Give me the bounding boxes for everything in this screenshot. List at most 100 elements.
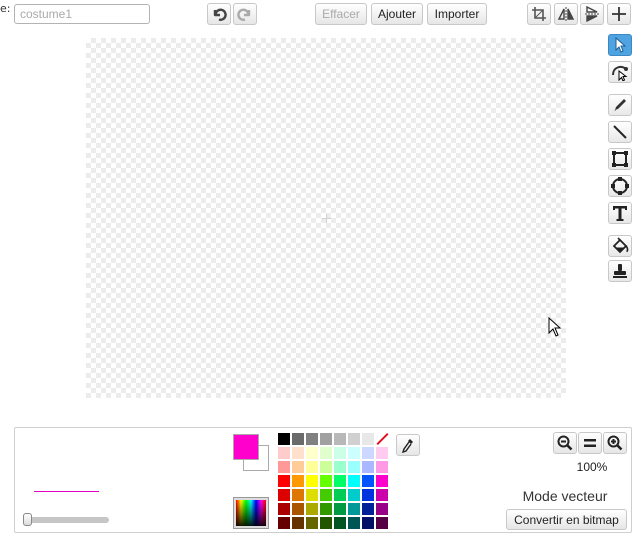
palette-swatch[interactable] bbox=[320, 433, 332, 445]
palette-swatch[interactable] bbox=[320, 447, 332, 459]
tool-pencil[interactable] bbox=[608, 94, 632, 116]
palette-swatch[interactable] bbox=[376, 475, 388, 487]
crop-button[interactable] bbox=[527, 3, 551, 25]
palette-swatch[interactable] bbox=[376, 489, 388, 501]
palette-swatch[interactable] bbox=[376, 461, 388, 473]
crop-icon bbox=[532, 7, 546, 21]
palette-swatch[interactable] bbox=[306, 447, 318, 459]
palette-swatch[interactable] bbox=[278, 503, 290, 515]
costume-name-input[interactable] bbox=[14, 4, 150, 24]
import-button-label: Importer bbox=[434, 7, 480, 21]
palette-swatch[interactable] bbox=[334, 433, 346, 445]
tool-select[interactable] bbox=[608, 34, 632, 56]
drawing-canvas[interactable] bbox=[86, 38, 566, 398]
stamp-icon bbox=[613, 264, 627, 278]
palette-swatch[interactable] bbox=[306, 503, 318, 515]
palette-swatch[interactable] bbox=[348, 489, 360, 501]
set-center-button[interactable] bbox=[607, 3, 631, 25]
palette-swatch[interactable] bbox=[362, 489, 374, 501]
palette-swatch[interactable] bbox=[362, 433, 374, 445]
add-button-label: Ajouter bbox=[377, 7, 417, 21]
palette-swatch[interactable] bbox=[306, 475, 318, 487]
palette-swatch[interactable] bbox=[320, 503, 332, 515]
palette-swatch[interactable] bbox=[292, 517, 304, 529]
palette-swatch[interactable] bbox=[348, 517, 360, 529]
palette-swatch[interactable] bbox=[306, 489, 318, 501]
palette-swatch[interactable] bbox=[292, 447, 304, 459]
palette-swatch[interactable] bbox=[348, 447, 360, 459]
flip-vertical-icon bbox=[585, 5, 599, 23]
palette-swatch[interactable] bbox=[292, 461, 304, 473]
palette-swatch[interactable] bbox=[376, 517, 388, 529]
palette-swatch[interactable] bbox=[292, 503, 304, 515]
palette-swatch[interactable] bbox=[306, 433, 318, 445]
palette-swatch[interactable] bbox=[278, 489, 290, 501]
palette-swatch[interactable] bbox=[334, 489, 346, 501]
tool-line[interactable] bbox=[608, 121, 632, 143]
palette-swatch[interactable] bbox=[292, 433, 304, 445]
palette-swatch[interactable] bbox=[362, 517, 374, 529]
foreground-color-swatch[interactable] bbox=[233, 434, 259, 460]
palette-swatch[interactable] bbox=[278, 517, 290, 529]
palette-swatch[interactable] bbox=[320, 489, 332, 501]
palette-swatch[interactable] bbox=[334, 447, 346, 459]
zoom-reset-button[interactable] bbox=[578, 432, 602, 454]
palette-swatch[interactable] bbox=[362, 461, 374, 473]
palette-swatch[interactable] bbox=[362, 475, 374, 487]
palette-swatch[interactable] bbox=[278, 461, 290, 473]
palette-swatch[interactable] bbox=[320, 517, 332, 529]
color-spectrum-icon bbox=[236, 500, 266, 526]
add-button[interactable]: Ajouter bbox=[371, 3, 423, 25]
tool-text[interactable] bbox=[608, 202, 632, 224]
palette-swatch[interactable] bbox=[278, 475, 290, 487]
palette-swatch[interactable] bbox=[278, 447, 290, 459]
stroke-width-slider-handle[interactable] bbox=[23, 513, 32, 526]
palette-swatch[interactable] bbox=[334, 475, 346, 487]
redo-button[interactable] bbox=[233, 3, 257, 25]
import-button[interactable]: Importer bbox=[427, 3, 487, 25]
stroke-width-slider[interactable] bbox=[27, 517, 109, 523]
clear-button-label: Effacer bbox=[322, 7, 360, 21]
palette-swatch[interactable] bbox=[376, 447, 388, 459]
convert-to-bitmap-button[interactable]: Convertir en bitmap bbox=[506, 509, 627, 530]
palette-swatch[interactable] bbox=[292, 489, 304, 501]
palette-swatch[interactable] bbox=[278, 433, 290, 445]
crosshair-icon bbox=[612, 7, 626, 21]
palette-swatch[interactable] bbox=[320, 461, 332, 473]
palette-swatch[interactable] bbox=[362, 503, 374, 515]
zoom-level: 100% bbox=[576, 460, 608, 474]
tool-stamp[interactable] bbox=[608, 260, 632, 282]
clear-button[interactable]: Effacer bbox=[315, 3, 367, 25]
editor-mode-label: Mode vecteur bbox=[522, 488, 608, 504]
palette-swatch[interactable] bbox=[362, 447, 374, 459]
tool-ellipse[interactable] bbox=[608, 175, 632, 197]
flip-horizontal-button[interactable] bbox=[554, 3, 578, 25]
flip-vertical-button[interactable] bbox=[580, 3, 604, 25]
canvas-center-marker bbox=[322, 214, 331, 223]
color-picker-button[interactable] bbox=[233, 497, 269, 529]
palette-swatch[interactable] bbox=[292, 475, 304, 487]
transparent-color-swatch[interactable] bbox=[376, 433, 388, 445]
reshape-icon bbox=[612, 66, 628, 81]
eyedropper-button[interactable] bbox=[396, 434, 420, 456]
palette-swatch[interactable] bbox=[334, 517, 346, 529]
stroke-preview bbox=[34, 491, 99, 492]
palette-swatch[interactable] bbox=[348, 475, 360, 487]
palette-swatch[interactable] bbox=[348, 503, 360, 515]
palette-swatch[interactable] bbox=[334, 503, 346, 515]
zoom-in-button[interactable] bbox=[603, 432, 627, 454]
palette-swatch[interactable] bbox=[306, 517, 318, 529]
zoom-out-button[interactable] bbox=[553, 432, 577, 454]
palette-swatch[interactable] bbox=[306, 461, 318, 473]
tool-reshape[interactable] bbox=[608, 61, 632, 83]
palette-swatch[interactable] bbox=[334, 461, 346, 473]
tool-rectangle[interactable] bbox=[608, 148, 632, 170]
palette-swatch[interactable] bbox=[348, 433, 360, 445]
palette-swatch[interactable] bbox=[348, 461, 360, 473]
ellipse-icon bbox=[611, 177, 629, 195]
tool-fill[interactable] bbox=[608, 235, 632, 257]
zoom-in-icon bbox=[607, 435, 623, 451]
undo-button[interactable] bbox=[207, 3, 231, 25]
palette-swatch[interactable] bbox=[376, 503, 388, 515]
palette-swatch[interactable] bbox=[320, 475, 332, 487]
